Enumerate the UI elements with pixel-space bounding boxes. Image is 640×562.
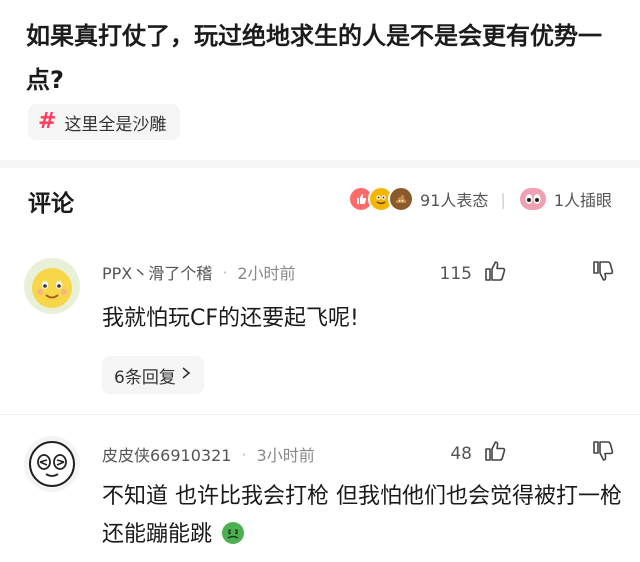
comment-author[interactable]: PPX丶滑了个稽 (102, 260, 212, 284)
chayan-count: 1人插眼 (553, 191, 612, 210)
reaction-separator: | (500, 189, 506, 209)
comments-title: 评论 (28, 191, 74, 217)
comment-actions: 48 (450, 438, 616, 469)
reaction-emoji-stack[interactable] (348, 186, 415, 212)
comment-text: 我就怕玩CF的还要起飞呢! (102, 306, 359, 331)
chayan-icon-stack[interactable] (517, 186, 548, 212)
chevron-right-icon (180, 365, 192, 385)
thumbs-down-icon[interactable] (590, 258, 616, 289)
comment-meta: 皮皮侠66910321 · 3小时前 (102, 442, 315, 466)
avatar[interactable] (24, 258, 80, 314)
thumbs-down-icon[interactable] (590, 438, 616, 469)
view-replies-button[interactable]: 6条回复 (102, 356, 204, 394)
topic-tag[interactable]: # 这里全是沙雕 (28, 104, 181, 140)
hash-icon: # (38, 109, 57, 134)
comments-header: 评论 91人表态 | 1人插眼 (0, 176, 640, 224)
meta-dot: · (241, 444, 247, 464)
comment-item: PPX丶滑了个稽 · 2小时前 115 我就怕玩CF的还要起飞呢! 6条回复 (0, 248, 640, 408)
comment-time: 2小时前 (237, 264, 296, 283)
comment-meta: PPX丶滑了个稽 · 2小时前 (102, 260, 296, 284)
comment-text-body: 不知道 也许比我会打枪 但我怕他们也会觉得被打一枪还能蹦能跳 (102, 484, 622, 547)
avatar[interactable] (24, 436, 80, 492)
biaotai-count: 91人表态 (420, 191, 489, 210)
like-count: 48 (450, 443, 472, 464)
thumbs-up-icon[interactable] (482, 438, 508, 469)
thumbs-up-icon[interactable] (482, 258, 508, 289)
yellow-cartoon-avatar-icon (24, 258, 80, 314)
comment-time: 3小时前 (256, 446, 315, 465)
replies-label: 6条回复 (114, 367, 176, 388)
post-title: 如果真打仗了，玩过绝地求生的人是不是会更有优势一点? (26, 22, 602, 94)
reactions-bar[interactable]: 91人表态 | 1人插眼 (348, 186, 612, 212)
topic-tag-label: 这里全是沙雕 (64, 114, 167, 135)
like-count: 115 (439, 263, 472, 284)
meta-dot: · (222, 262, 228, 282)
peek-eyes-icon (517, 186, 548, 212)
poop-reaction-icon (388, 186, 415, 212)
comment-divider (0, 414, 640, 415)
comment-item: 皮皮侠66910321 · 3小时前 48 不知道 也许比我会打枪 但我怕他们也… (0, 430, 640, 562)
comment-text: 不知道 也许比我会打枪 但我怕他们也会觉得被打一枪还能蹦能跳 (102, 478, 622, 558)
section-divider (0, 160, 640, 168)
comment-actions: 115 (440, 258, 616, 289)
sick-face-emoji-icon (221, 520, 245, 558)
white-emoji-avatar-icon (24, 436, 80, 492)
comment-author[interactable]: 皮皮侠66910321 (102, 442, 231, 466)
